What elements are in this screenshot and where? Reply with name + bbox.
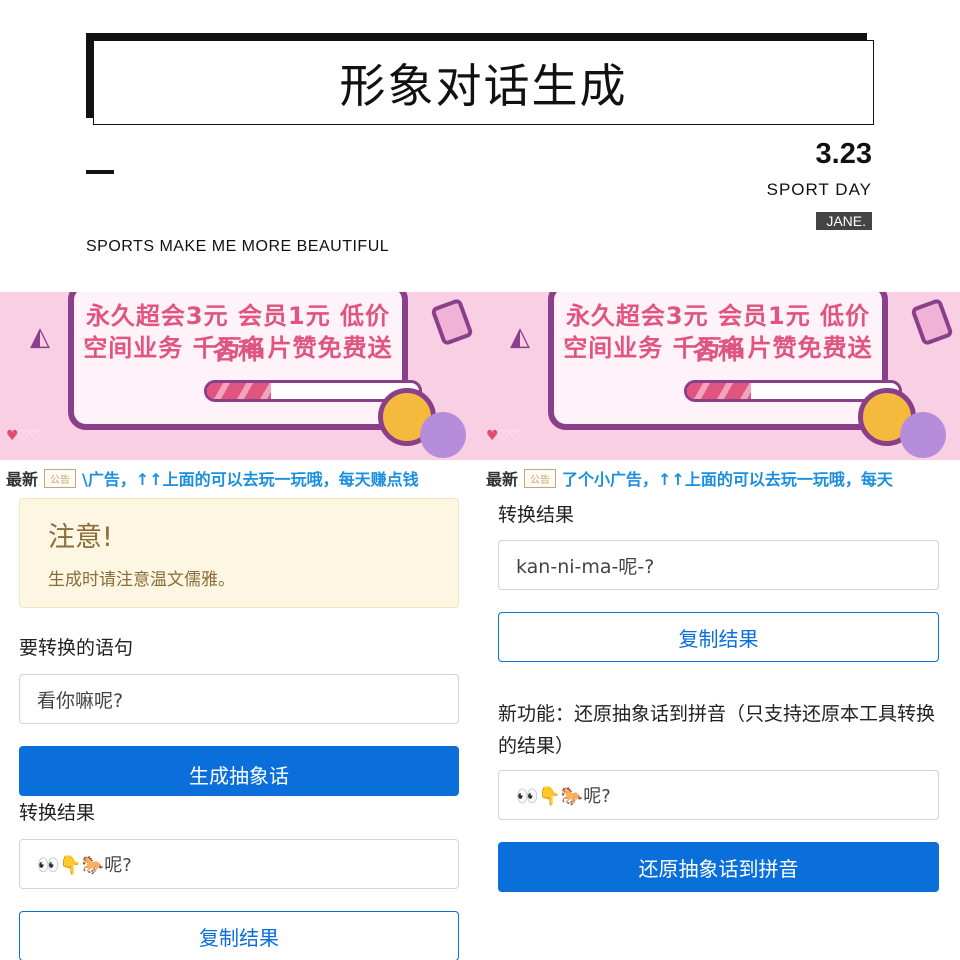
like-hearts[interactable]: ♥♡♡ bbox=[6, 428, 42, 444]
ad-banner-left[interactable]: ◭ 永久超会3元 会员1元 低价各种 空间业务 千万名片赞免费送 ♥♡♡ bbox=[0, 292, 480, 460]
banner-promo-line2: 空间业务 千万名片赞免费送 bbox=[83, 334, 393, 362]
heart-filled-icon[interactable]: ♥ bbox=[486, 428, 499, 444]
warning-alert: 注意! 生成时请注意温文儒雅。 bbox=[19, 498, 459, 608]
ad-banner-right[interactable]: ◭ 永久超会3元 会员1元 低价各种 空间业务 千万名片赞免费送 ♥♡♡ bbox=[480, 292, 960, 460]
sentence-input-value: 看你嘛呢? bbox=[37, 689, 124, 712]
heart-outline-icon[interactable]: ♡ bbox=[509, 428, 522, 444]
sentence-input[interactable]: 看你嘛呢? bbox=[19, 674, 459, 724]
feature-label: 新功能：还原抽象话到拼音（只支持还原本工具转换的结果） bbox=[498, 703, 936, 757]
ticker-latest-label: 最新 bbox=[486, 470, 519, 489]
banner-frame: 永久超会3元 会员1元 低价各种 空间业务 千万名片赞免费送 bbox=[548, 292, 902, 430]
header-date: 3.23 bbox=[815, 138, 872, 170]
ticker-latest-label: 最新 bbox=[6, 470, 39, 489]
pinyin-result-value: kan-ni-ma-呢-? bbox=[516, 555, 655, 578]
notice-ticker-left[interactable]: 最新 公告 \广告，↑↑上面的可以去玩一玩哦，每天赚点钱 bbox=[0, 462, 480, 494]
pizza-icon: ◭ bbox=[30, 322, 50, 352]
notice-ticker-right[interactable]: 最新 公告 了个小广告，↑↑上面的可以去玩一玩哦，每天 bbox=[480, 462, 960, 494]
heart-filled-icon[interactable]: ♥ bbox=[6, 428, 19, 444]
phone-icon bbox=[430, 297, 474, 347]
heart-outline-icon[interactable]: ♡ bbox=[29, 428, 42, 444]
pinyin-result-label: 转换结果 bbox=[498, 504, 575, 526]
alert-text: 生成时请注意温文儒雅。 bbox=[48, 570, 235, 590]
pinyin-result-output[interactable]: kan-ni-ma-呢-? bbox=[498, 540, 939, 590]
phone-icon bbox=[910, 297, 954, 347]
ticker-message[interactable]: \广告，↑↑上面的可以去玩一玩哦，每天赚点钱 bbox=[82, 466, 419, 490]
pizza-icon: ◭ bbox=[510, 322, 530, 352]
result-label: 转换结果 bbox=[19, 802, 96, 824]
ticker-badge: 公告 bbox=[44, 468, 77, 488]
page-title: 形象对话生成 bbox=[339, 58, 628, 113]
banner-progress-fill bbox=[207, 383, 271, 399]
generate-button[interactable]: 生成抽象话 bbox=[19, 746, 459, 796]
header-sport-day: SPORT DAY bbox=[766, 180, 872, 199]
balloon-icon bbox=[420, 412, 466, 458]
restore-input[interactable]: 👀👇🐎呢? bbox=[498, 770, 939, 820]
input-label: 要转换的语句 bbox=[19, 637, 134, 659]
header-dash bbox=[86, 170, 114, 174]
ticker-message[interactable]: 了个小广告，↑↑上面的可以去玩一玩哦，每天 bbox=[562, 466, 893, 490]
result-output-value: 👀👇🐎呢? bbox=[37, 855, 132, 876]
restore-input-value: 👀👇🐎呢? bbox=[516, 786, 611, 807]
header-motto: SPORTS MAKE ME MORE BEAUTIFUL bbox=[86, 238, 390, 255]
copy-result-button[interactable]: 复制结果 bbox=[19, 911, 459, 960]
author-tag: JANE. bbox=[816, 212, 872, 230]
alert-title: 注意! bbox=[48, 522, 113, 553]
copy-pinyin-button[interactable]: 复制结果 bbox=[498, 612, 939, 662]
result-output[interactable]: 👀👇🐎呢? bbox=[19, 839, 459, 889]
title-box: 形象对话生成 bbox=[93, 40, 874, 125]
banner-promo-line2: 空间业务 千万名片赞免费送 bbox=[563, 334, 873, 362]
balloon-icon bbox=[900, 412, 946, 458]
like-hearts[interactable]: ♥♡♡ bbox=[486, 428, 522, 444]
ticker-badge: 公告 bbox=[524, 468, 557, 488]
restore-button[interactable]: 还原抽象话到拼音 bbox=[498, 842, 939, 892]
heart-outline-icon[interactable]: ♡ bbox=[498, 428, 511, 444]
banner-progress-fill bbox=[687, 383, 751, 399]
banner-frame: 永久超会3元 会员1元 低价各种 空间业务 千万名片赞免费送 bbox=[68, 292, 422, 430]
heart-outline-icon[interactable]: ♡ bbox=[18, 428, 31, 444]
